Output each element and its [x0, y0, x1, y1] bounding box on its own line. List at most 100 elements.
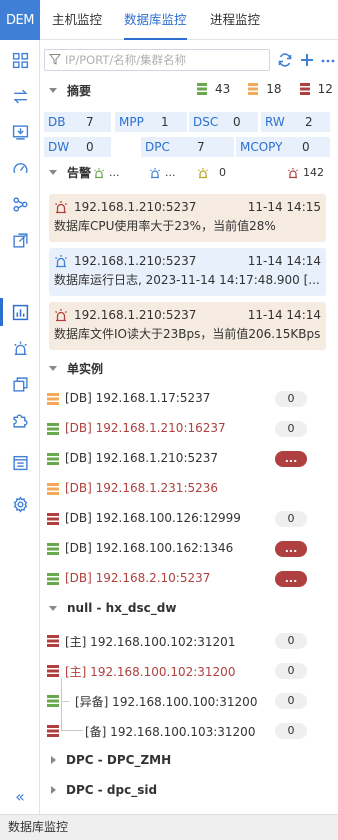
alert-time: 11-14 14:14 [247, 254, 321, 268]
alert-card[interactable]: 192.168.1.210:5237 11-14 14:15 数据库CPU使用率… [49, 194, 326, 242]
list-green-icon [47, 453, 59, 465]
tab-database-monitor[interactable]: 数据库监控 [124, 0, 187, 40]
chevron-down-icon [49, 365, 57, 371]
cluster-header-dpc-zmh[interactable]: DPC - DPC_ZMH [41, 748, 338, 772]
apps-icon[interactable] [0, 42, 40, 78]
search-input[interactable] [65, 53, 265, 67]
puzzle-icon[interactable] [0, 402, 40, 438]
instance-label: [DB] 192.168.1.231:5236 [65, 481, 219, 495]
list-red-icon [47, 665, 59, 677]
cluster-header-dpc-sid[interactable]: DPC - dpc_sid [41, 778, 338, 802]
collapse-sidebar-icon[interactable]: « [0, 778, 40, 814]
alerts-title: 告警 [67, 165, 92, 180]
exchange-icon[interactable] [0, 78, 40, 114]
cluster-node-row[interactable]: [备] 192.168.100.103:31200 0 [41, 716, 338, 746]
chevron-down-icon [49, 169, 57, 175]
instance-row[interactable]: [DB] 192.168.100.162:1346 ... [41, 534, 338, 564]
cluster-node-row[interactable]: [主] 192.168.100.102:31200 0 [41, 656, 338, 686]
alert-count-badge[interactable]: 0 [275, 633, 307, 649]
single-instance-header[interactable]: 单实例 [41, 356, 338, 380]
instance-label: [DB] 192.168.1.17:5237 [65, 391, 211, 405]
filter-icon [48, 53, 62, 68]
cluster-header-hx-dsc-dw[interactable]: null - hx_dsc_dw [41, 596, 338, 620]
alert-count-badge[interactable]: 0 [275, 511, 307, 527]
alert-message: 数据库CPU使用率大于23%，当前值28% [54, 219, 276, 233]
tab-process-monitor[interactable]: 进程监控 [210, 0, 260, 40]
alert-count-badge[interactable]: 0 [275, 421, 307, 437]
dashboard-gauge-icon[interactable] [0, 150, 40, 186]
alert-count-badge[interactable]: 0 [275, 663, 307, 679]
list-orange-icon [248, 83, 259, 95]
single-instance-title: 单实例 [67, 361, 104, 376]
summary-counts: 43 18 12 [197, 82, 333, 96]
cluster-title: DPC - dpc_sid [66, 783, 158, 797]
instance-row[interactable]: [DB] 192.168.100.126:12999 0 [41, 504, 338, 534]
chevron-down-icon [49, 87, 57, 93]
refresh-icon[interactable] [276, 50, 294, 70]
topology-icon[interactable] [0, 186, 40, 222]
alarm-siren-icon [55, 255, 67, 268]
alarm-siren-icon[interactable] [0, 330, 40, 366]
status-bar: 数据库监控 [0, 814, 338, 840]
stat-dsc[interactable]: DSC 0 [189, 112, 258, 132]
cluster-node-row[interactable]: [主] 192.168.100.102:31201 0 [41, 626, 338, 656]
search-box[interactable] [44, 49, 270, 71]
alert-host: 192.168.1.210:5237 [74, 200, 197, 214]
list-green-icon [47, 423, 59, 435]
alert-count-badge[interactable]: ... [275, 541, 307, 557]
tab-host-monitor[interactable]: 主机监控 [52, 0, 102, 40]
instance-row[interactable]: [DB] 192.168.1.17:5237 0 [41, 384, 338, 414]
alarm-siren-icon [288, 167, 298, 178]
instance-row[interactable]: [DB] 192.168.1.231:5236 [41, 474, 338, 504]
cluster-node-row[interactable]: [异备] 192.168.100.100:31200 0 [41, 686, 338, 716]
alert-count-badge[interactable]: 0 [275, 693, 307, 709]
status-bar-text: 数据库监控 [8, 820, 69, 834]
instance-label: [DB] 192.168.100.162:1346 [65, 541, 234, 555]
left-nav-rail: « [0, 40, 40, 814]
orange-count: 18 [266, 82, 282, 96]
instance-label: [DB] 192.168.2.10:5237 [65, 571, 211, 585]
alert-level-blue[interactable]: ... [149, 166, 176, 179]
alert-level-yellow[interactable]: 0 [197, 166, 226, 179]
stat-dpc[interactable]: DPC 7 [141, 137, 234, 157]
list-red-icon [47, 635, 59, 647]
monitor-download-icon[interactable] [0, 114, 40, 150]
alert-level-green[interactable]: ... [93, 166, 120, 179]
cluster-title: DPC - DPC_ZMH [66, 753, 172, 767]
alert-count-badge[interactable]: 0 [275, 391, 307, 407]
copy-icon[interactable] [0, 366, 40, 402]
export-icon[interactable] [0, 222, 40, 258]
stat-mpp[interactable]: MPP 1 [115, 112, 187, 132]
list-green-icon [197, 83, 207, 95]
chevron-right-icon [51, 786, 56, 794]
alert-level-red[interactable]: 142 [287, 166, 324, 179]
alert-count-badge[interactable]: 0 [275, 723, 307, 739]
more-options-icon[interactable] [319, 50, 337, 70]
alert-card[interactable]: 192.168.1.210:5237 11-14 14:14 数据库文件IO读大… [49, 302, 326, 350]
list-red-icon [299, 83, 310, 95]
settings-gear-icon[interactable] [0, 486, 40, 522]
stat-dw[interactable]: DW 0 [44, 137, 111, 157]
instance-row[interactable]: [DB] 192.168.2.10:5237 ... [41, 564, 338, 594]
alarm-siren-icon [94, 167, 104, 178]
cluster-title: null - hx_dsc_dw [67, 601, 177, 615]
add-icon[interactable] [298, 50, 316, 70]
list-red-icon [47, 513, 59, 525]
alarm-siren-icon [55, 309, 67, 322]
instance-row[interactable]: [DB] 192.168.1.210:16237 0 [41, 414, 338, 444]
instance-row[interactable]: [DB] 192.168.1.210:5237 ... [41, 444, 338, 474]
app-logo[interactable]: DEM [0, 0, 40, 40]
alert-count-badge[interactable]: ... [275, 571, 307, 587]
instance-label: [DB] 192.168.1.210:5237 [65, 451, 219, 465]
green-count: 43 [215, 82, 231, 96]
node-label: [备] 192.168.100.103:31200 [85, 725, 256, 739]
alert-host: 192.168.1.210:5237 [74, 254, 197, 268]
alert-card[interactable]: 192.168.1.210:5237 11-14 14:14 数据库运行日志, … [49, 248, 326, 296]
alert-count-badge[interactable]: ... [275, 451, 307, 467]
bar-chart-icon[interactable] [0, 294, 40, 330]
summary-title: 摘要 [67, 83, 92, 98]
calendar-report-icon[interactable] [0, 444, 40, 480]
stat-mcopy[interactable]: MCOPY 0 [236, 137, 330, 157]
stat-db[interactable]: DB 7 [44, 112, 111, 132]
stat-rw[interactable]: RW 2 [261, 112, 330, 132]
